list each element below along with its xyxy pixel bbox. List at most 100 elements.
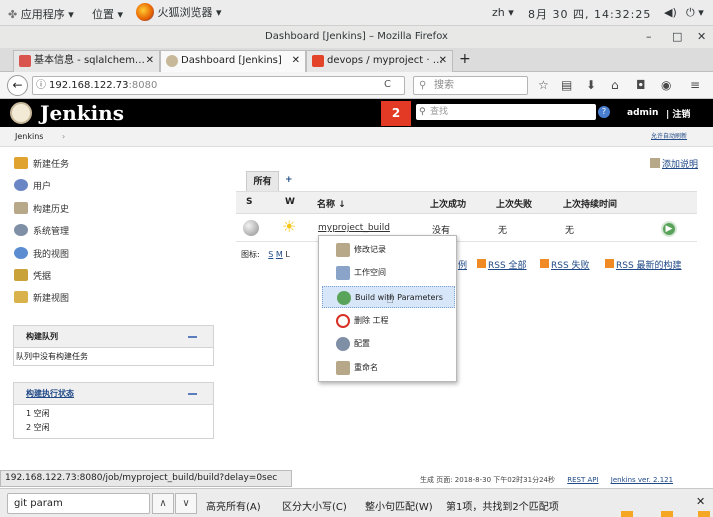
sidebar-item-my-views[interactable]: 我的视图 (14, 247, 69, 260)
tab-strip: 基本信息 - sqlalchem… ✕ Dashboard [Jenkins] … (0, 48, 713, 73)
find-next-button[interactable]: ∨ (175, 493, 197, 514)
jenkins-logo[interactable]: Jenkins (40, 101, 124, 125)
new-tab-button[interactable]: + (459, 51, 471, 67)
jenkins-version-link[interactable]: Jenkins ver. 2.121 (611, 476, 673, 484)
col-weather[interactable]: W (285, 197, 295, 207)
breadcrumb-arrow-icon[interactable]: › (62, 127, 65, 146)
build-queue-title[interactable]: 构建队列 (14, 326, 213, 348)
col-last-success[interactable]: 上次成功 (430, 197, 466, 210)
tab-all[interactable]: 所有 (246, 171, 279, 192)
notepad-icon (336, 243, 350, 257)
col-status[interactable]: S (246, 197, 252, 207)
volume-icon[interactable]: ◀) (664, 6, 677, 19)
tab-sqlalchemy[interactable]: 基本信息 - sqlalchem… ✕ (13, 50, 160, 72)
pocket-icon[interactable]: ◘ (636, 78, 646, 92)
job-last-duration: 无 (565, 226, 575, 236)
url-bar[interactable]: ⓘ 192.168.122.73:8080 (32, 76, 405, 95)
folder-icon (336, 266, 350, 280)
build-clock-icon (337, 291, 351, 305)
collapse-icon[interactable] (188, 336, 197, 338)
home-icon[interactable]: ⌂ (611, 78, 619, 92)
job-link[interactable]: myproject_build (318, 223, 390, 233)
build-queue-empty: 队列中没有构建任务 (16, 352, 88, 361)
match-case-toggle[interactable]: 区分大小写(C) (282, 498, 347, 513)
rss-latest-link[interactable]: RSS 最新的构建 (605, 258, 682, 271)
close-tab-icon[interactable]: ✕ (292, 51, 300, 71)
close-window-button[interactable]: ✕ (697, 26, 706, 48)
breadcrumb-jenkins[interactable]: Jenkins (15, 127, 43, 146)
notepad-icon (336, 361, 350, 375)
sidebar-item-manage[interactable]: 系统管理 (14, 224, 69, 237)
build-queue-pane: 构建队列 队列中没有构建任务 (13, 325, 214, 366)
highlight-all-toggle[interactable]: 高亮所有(A) (206, 498, 261, 513)
sidebar-item-credentials[interactable]: 凭据 (14, 269, 51, 282)
downloads-icon[interactable]: ⬇ (586, 78, 596, 92)
clock[interactable]: 8月 30 四, 14:32:25 (528, 6, 651, 22)
info-icon[interactable]: ⓘ (36, 77, 46, 94)
legend-link[interactable]: 例 (458, 258, 467, 271)
generated-time: 生成 页面: 2018-8-30 下午02时31分24秒 (420, 476, 555, 484)
col-last-failure[interactable]: 上次失败 (496, 197, 532, 210)
close-tab-icon[interactable]: ✕ (146, 51, 154, 71)
menu-item-changes[interactable]: 修改记录 (322, 239, 455, 261)
close-find-icon[interactable]: ✕ (696, 495, 705, 508)
search-bar[interactable]: ⚲ 搜索 (413, 76, 528, 95)
power-icon[interactable]: ⏻ ▾ (686, 6, 704, 20)
add-description-link[interactable]: 添加说明 (650, 157, 698, 170)
folder-new-icon (14, 157, 28, 169)
menu-item-build-with-parameters[interactable]: Build with Parameters ☝ (322, 286, 455, 308)
tab-gitlab[interactable]: devops / myproject · … ✕ (306, 50, 453, 72)
tab-jenkins-dashboard[interactable]: Dashboard [Jenkins] ✕ (160, 50, 306, 73)
firefox-taskbar-item[interactable]: 火狐浏览器 ▾ (136, 3, 222, 21)
notification-badge[interactable]: 2 (381, 101, 411, 126)
find-input[interactable]: git param (7, 493, 150, 514)
input-method[interactable]: zh ▾ (492, 6, 514, 19)
jenkins-search-input[interactable]: ⚲ 查找 (416, 104, 596, 120)
reading-list-icon[interactable]: ▤ (561, 78, 572, 92)
menu-icon[interactable]: ≡ (690, 78, 700, 92)
delete-icon (336, 314, 350, 328)
sidebar-item-build-history[interactable]: 构建历史 (14, 202, 69, 215)
extension-icon[interactable]: ◉ (661, 78, 671, 92)
menu-item-workspace[interactable]: 工作空间 (322, 262, 455, 284)
reload-icon[interactable]: C (384, 79, 391, 90)
apps-menu[interactable]: ✤ 应用程序 ▾ (8, 6, 74, 22)
minimize-button[interactable]: – (646, 26, 652, 48)
help-icon[interactable]: ? (598, 106, 610, 118)
menu-item-configure[interactable]: 配置 (322, 333, 455, 355)
bookmark-star-icon[interactable]: ☆ (538, 78, 549, 92)
page-footer: 生成 页面: 2018-8-30 下午02时31分24秒 REST API Je… (420, 475, 673, 485)
apps-icon: ✤ (8, 8, 21, 21)
collapse-icon[interactable] (188, 393, 197, 395)
edit-icon (650, 158, 660, 168)
sidebar-item-users[interactable]: 用户 (14, 179, 51, 192)
maximize-button[interactable]: □ (672, 26, 682, 48)
schedule-build-icon[interactable]: ▶ (661, 221, 677, 237)
sidebar-item-new-job[interactable]: 新建任务 (14, 157, 69, 170)
notepad-icon (14, 202, 28, 214)
places-menu[interactable]: 位置 ▾ (92, 6, 123, 22)
job-context-menu: 修改记录 工作空间 Build with Parameters ☝ 删除 工程 … (318, 235, 457, 382)
add-view-tab[interactable]: + (285, 175, 293, 185)
close-tab-icon[interactable]: ✕ (439, 51, 447, 71)
icon-size-l[interactable]: L (285, 250, 289, 259)
rss-failed-link[interactable]: RSS 失败 (540, 258, 590, 271)
rss-all-link[interactable]: RSS 全部 (477, 258, 527, 271)
back-button[interactable]: ← (7, 75, 28, 96)
user-link[interactable]: admin (627, 108, 658, 118)
col-name[interactable]: 名称 ↓ (317, 197, 346, 210)
menu-item-rename[interactable]: 重命名 (322, 357, 455, 379)
status-url: 192.168.122.73:8080/job/myproject_build/… (0, 470, 292, 487)
rss-icon (477, 259, 486, 268)
sidebar-item-new-view[interactable]: 新建视图 (14, 291, 69, 304)
logout-link[interactable]: | 注销 (666, 107, 690, 120)
icon-size-s[interactable]: S (268, 250, 273, 259)
rest-api-link[interactable]: REST API (567, 476, 598, 484)
col-last-duration[interactable]: 上次持续时间 (563, 197, 617, 210)
find-previous-button[interactable]: ∧ (152, 493, 174, 514)
whole-words-toggle[interactable]: 整小句匹配(W) (365, 498, 433, 513)
executor-status-title[interactable]: 构建执行状态 (14, 383, 213, 405)
auto-refresh-link[interactable]: 允许自动刷新 (651, 127, 687, 146)
menu-item-delete-project[interactable]: 删除 工程 (322, 310, 455, 332)
icon-size-m[interactable]: M (276, 250, 283, 259)
